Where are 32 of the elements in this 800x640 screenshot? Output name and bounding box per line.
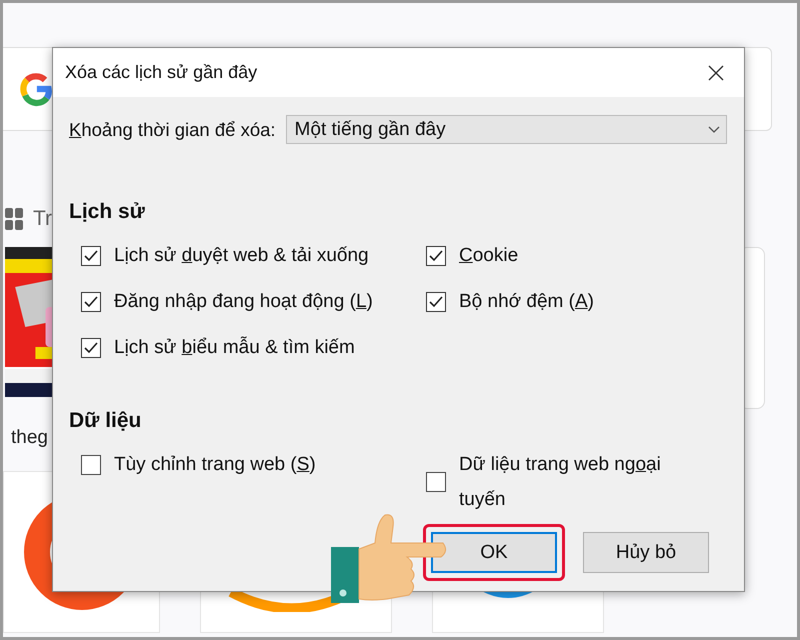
field-label: Khoảng thời gian để xóa: [69, 118, 276, 140]
checkbox[interactable] [81, 246, 101, 266]
checkbox[interactable] [81, 292, 101, 312]
google-logo-icon [18, 71, 54, 107]
section-title: Tr [33, 207, 52, 231]
checkmark-icon [428, 294, 444, 308]
checkbox[interactable] [81, 338, 101, 358]
checkbox-label[interactable]: Lịch sử duyệt web & tải xuống [114, 238, 369, 273]
chevron-down-icon [708, 126, 720, 134]
checkmark-icon [83, 340, 99, 354]
checkbox-label[interactable]: Đăng nhập đang hoạt động (L) [114, 284, 373, 319]
checkbox-label[interactable]: Bộ nhớ đệm (A) [459, 284, 594, 319]
checkbox-label[interactable]: Dữ liệu trang web ngoại tuyến [459, 447, 691, 517]
checkmark-icon [83, 294, 99, 308]
time-range-dropdown[interactable]: Một tiếng gần đây [286, 115, 727, 144]
section-heading: Lịch sử [69, 200, 146, 224]
checkbox[interactable] [426, 472, 446, 492]
ok-button[interactable]: OK [431, 532, 557, 573]
section-heading: Dữ liệu [69, 409, 142, 433]
checkmark-icon [428, 248, 444, 262]
window-title: Xóa các lịch sử gần đây [65, 62, 258, 83]
checkbox-label[interactable]: Tùy chỉnh trang web (S) [114, 447, 316, 482]
cancel-button[interactable]: Hủy bỏ [583, 532, 709, 573]
checkbox[interactable] [426, 292, 446, 312]
checkbox[interactable] [81, 454, 101, 474]
site-title: theg [11, 427, 49, 449]
checkbox-label[interactable]: Cookie [459, 238, 518, 273]
grid-icon [5, 208, 23, 230]
close-icon[interactable] [708, 64, 724, 80]
checkmark-icon [83, 248, 99, 262]
checkbox[interactable] [426, 246, 446, 266]
checkbox-label[interactable]: Lịch sử biểu mẫu & tìm kiếm [114, 330, 355, 365]
